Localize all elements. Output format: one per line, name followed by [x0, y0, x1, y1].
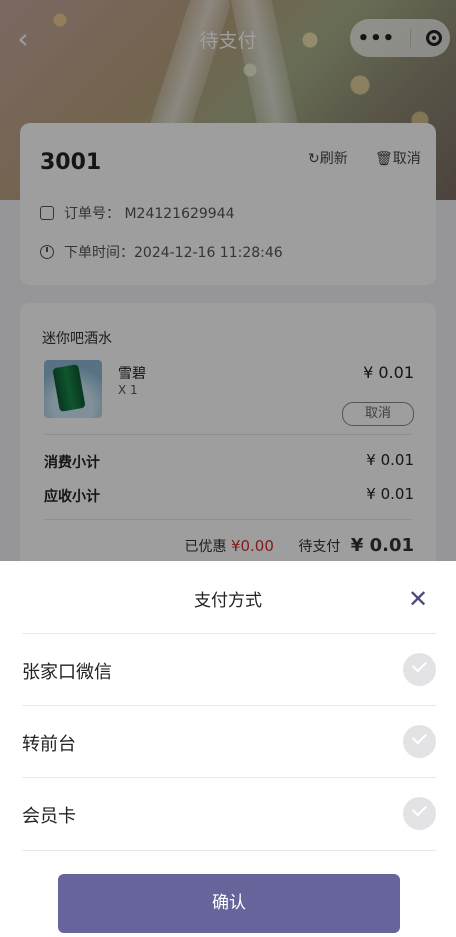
payment-option-wechat[interactable]: 张家口微信 — [22, 633, 436, 706]
check-circle-icon[interactable] — [403, 797, 436, 830]
check-circle-icon[interactable] — [403, 725, 436, 758]
close-icon[interactable]: ✕ — [408, 587, 428, 611]
payment-method-sheet: 支付方式 ✕ 张家口微信 转前台 会员卡 确认 — [0, 561, 456, 937]
payment-option-label: 张家口微信 — [22, 662, 112, 683]
check-circle-icon[interactable] — [403, 653, 436, 686]
payment-option-member-card[interactable]: 会员卡 — [22, 777, 436, 851]
payment-option-front-desk[interactable]: 转前台 — [22, 705, 436, 778]
confirm-button[interactable]: 确认 — [58, 874, 400, 933]
payment-option-label: 会员卡 — [22, 806, 76, 827]
sheet-title: 支付方式 — [194, 591, 262, 611]
payment-option-label: 转前台 — [22, 734, 76, 755]
